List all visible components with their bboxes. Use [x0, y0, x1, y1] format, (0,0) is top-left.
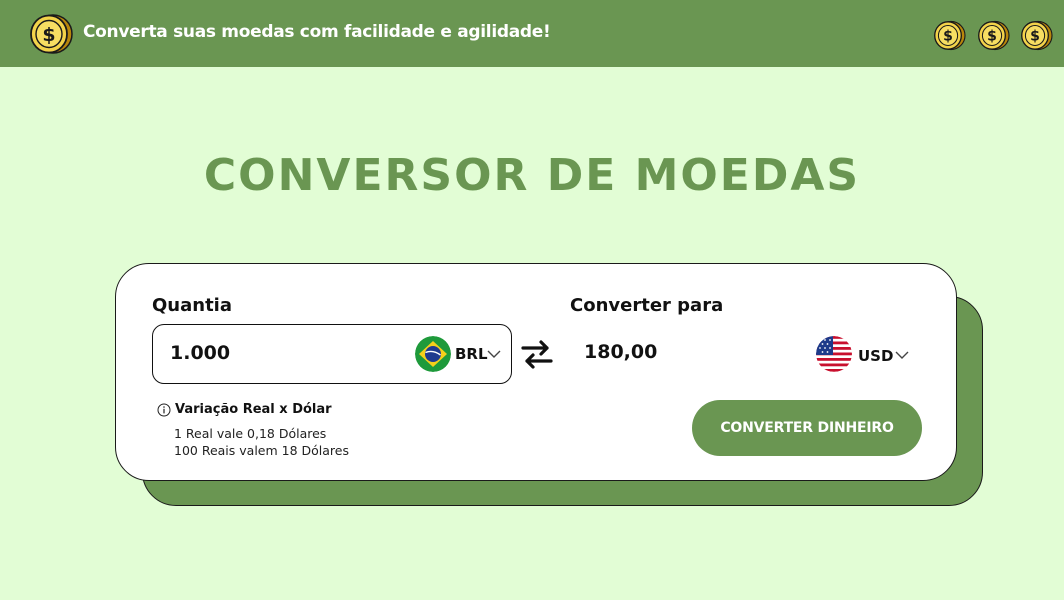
to-currency-code[interactable]: USD: [858, 347, 893, 365]
dollar-coin-icon: [29, 13, 73, 55]
rate-info-line: 100 Reais valem 18 Dólares: [174, 443, 349, 458]
amount-label: Quantia: [152, 295, 232, 316]
page-title: CONVERSOR DE MOEDAS: [203, 150, 861, 201]
target-label: Converter para: [570, 295, 724, 316]
banner-title: Converta suas moedas com facilidade e ag…: [83, 22, 551, 42]
from-currency-code[interactable]: BRL: [455, 345, 488, 363]
rate-info-title: Variação Real x Dólar: [175, 402, 332, 417]
chevron-down-icon[interactable]: [487, 349, 501, 359]
result-value: 180,00: [584, 341, 658, 363]
usa-flag-icon: [816, 336, 852, 372]
top-banner: Converta suas moedas com facilidade e ag…: [0, 0, 1064, 67]
brazil-flag-icon: [415, 336, 451, 372]
info-icon: [157, 403, 171, 417]
amount-input[interactable]: 1.000: [170, 342, 230, 364]
swap-arrows-icon[interactable]: [519, 336, 555, 372]
dollar-coin-icon: [933, 20, 966, 51]
rate-info-line: 1 Real vale 0,18 Dólares: [174, 426, 327, 441]
convert-money-button[interactable]: CONVERTER DINHEIRO: [692, 400, 922, 456]
dollar-coin-icon: [977, 20, 1010, 51]
chevron-down-icon[interactable]: [895, 350, 909, 360]
dollar-coin-icon: [1020, 20, 1053, 51]
